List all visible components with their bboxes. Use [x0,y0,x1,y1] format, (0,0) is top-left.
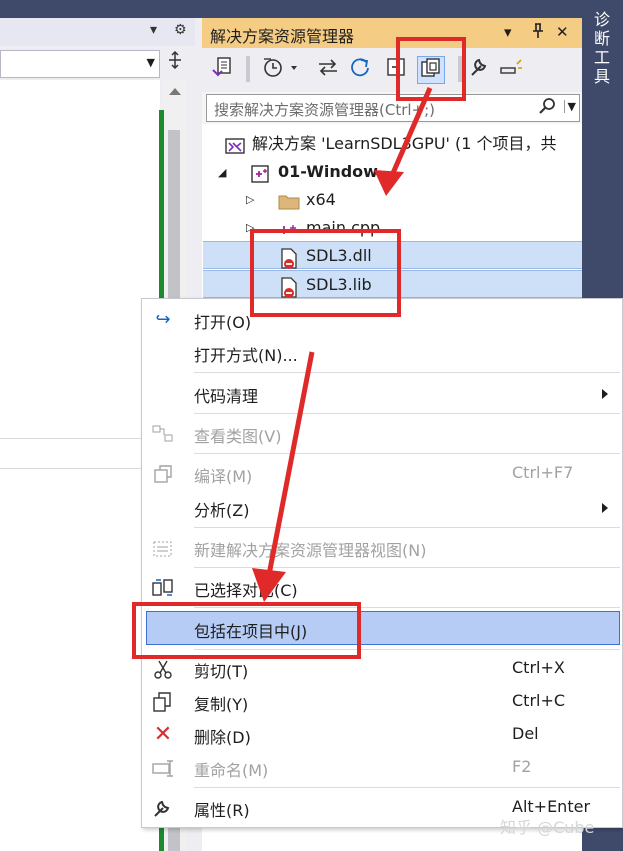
wrench-icon [471,58,487,76]
menu-item-label: 打开方式(N)... [194,346,298,365]
wrench-icon [152,798,174,818]
menu-item-label: 查看类图(V) [194,427,282,446]
menu-item-label: 新建解决方案资源管理器视图(N) [194,541,427,560]
properties-button[interactable] [468,56,490,84]
submenu-arrow-icon [602,389,608,399]
watermark: 知乎 @Cube [500,818,595,837]
class-diagram-icon [152,424,174,444]
split-editor-button[interactable] [163,50,187,78]
solution-explorer-titlebar: 解决方案资源管理器 ▾ ✕ [202,18,582,48]
menu-item-compile: 编译(M) Ctrl+F7 [142,457,622,491]
switch-views-icon [212,57,231,77]
toolbar-separator [246,56,250,82]
navigation-dropdown[interactable]: ▼ [0,50,160,78]
compare-icon [152,578,174,598]
expand-triangle-icon[interactable]: ▷ [246,193,254,206]
side-tab-label: 诊断工具 [594,10,611,86]
tree-item-folder-x64[interactable]: x64 [278,186,582,214]
menu-item-label: 剪切(T) [194,662,249,681]
tree-item-label: 01-Window [278,162,378,181]
menu-separator [194,527,620,528]
menu-item-compare-selected[interactable]: 已选择对比(C) [142,571,622,605]
collapse-triangle-icon[interactable]: ◢ [218,166,226,179]
menu-item-copy[interactable]: 复制(Y) Ctrl+C [142,685,622,719]
folder-icon [278,192,300,210]
menu-item-label: 重命名(M) [194,761,269,780]
annotation-box-show-all-files [396,37,466,101]
search-placeholder: 搜索解决方案资源管理器(Ctrl+;) [214,101,436,119]
menu-separator [194,453,620,454]
context-menu: ↪ 打开(O) 打开方式(N)... 代码清理 查看类图(V) 编译(M) Ct… [141,298,623,828]
menu-item-label: 属性(R) [194,801,250,820]
menu-item-label: 代码清理 [194,387,259,406]
search-icon[interactable] [539,97,557,119]
switch-views-button[interactable] [210,56,236,84]
menu-item-label: 已选择对比(C) [194,581,298,600]
menu-item-rename: 重命名(M) F2 [142,751,622,785]
menu-item-view-class-diagram: 查看类图(V) [142,417,622,451]
divider [0,468,158,469]
gear-icon[interactable]: ⚙ [174,22,187,38]
tree-item-label: 解决方案 'LearnSDL3GPU' (1 个项目，共 [252,134,557,153]
left-pane-titlebar: ▾ ⚙ [0,18,195,46]
project-icon [250,164,272,183]
refresh-icon [351,58,369,77]
menu-separator [194,567,620,568]
new-view-icon [152,538,174,558]
solution-explorer-toolbar [202,48,582,92]
menu-item-analyze[interactable]: 分析(Z) [142,491,622,525]
scissors-icon [152,659,174,679]
menu-item-label: 打开(O) [194,313,252,332]
tree-item-label: x64 [306,190,336,209]
open-arrow-icon: ↪ [155,309,171,330]
compile-icon [152,464,174,484]
menu-item-delete[interactable]: ✕ 删除(D) Del [142,718,622,752]
menu-item-shortcut: F2 [512,757,532,776]
split-icon [169,50,181,70]
code-editor-area[interactable] [0,80,160,435]
window-position-dropdown-icon[interactable]: ▾ [504,23,512,41]
rename-icon [152,758,174,778]
top-frame-strip [0,0,623,18]
divider [0,438,158,439]
menu-item-code-cleanup[interactable]: 代码清理 [142,377,622,411]
pending-changes-filter-button[interactable] [260,56,302,84]
menu-separator [194,372,620,373]
copy-icon [152,692,174,712]
scroll-up-arrow-icon[interactable] [169,88,181,95]
delete-x-icon: ✕ [153,722,173,747]
menu-item-new-solution-explorer-view: 新建解决方案资源管理器视图(N) [142,531,622,565]
chevron-down-icon: ▼ [146,56,155,69]
menu-item-open-with[interactable]: 打开方式(N)... [142,336,622,370]
solution-icon [224,136,246,154]
preview-icon [500,59,522,74]
tree-item-solution[interactable]: 解决方案 'LearnSDL3GPU' (1 个项目，共 [224,130,582,158]
menu-item-shortcut: Ctrl+F7 [512,463,574,482]
solution-explorer-search-input[interactable]: 搜索解决方案资源管理器(Ctrl+;) ▼ [206,94,580,122]
menu-item-label: 分析(Z) [194,501,250,520]
annotation-box-sdl3-files [250,229,401,317]
sync-with-active-document-button[interactable] [316,56,340,84]
menu-separator [194,787,620,788]
panel-title: 解决方案资源管理器 [210,27,355,46]
menu-separator [194,413,620,414]
preview-selected-items-button[interactable] [498,56,524,84]
tree-item-project[interactable]: 01-Window [250,158,582,186]
annotation-box-include-in-project [132,602,361,659]
menu-item-label: 编译(M) [194,467,253,486]
menu-item-shortcut: Ctrl+C [512,691,566,710]
chevron-down-icon[interactable]: ▾ [150,22,157,38]
submenu-arrow-icon [602,503,608,513]
pin-icon[interactable] [532,23,544,43]
refresh-button[interactable] [348,56,372,84]
clock-dropdown-icon [264,58,297,77]
menu-item-label: 复制(Y) [194,695,249,714]
sync-arrows-icon [319,59,337,76]
menu-item-shortcut: Ctrl+X [512,658,565,677]
menu-item-label: 删除(D) [194,728,251,747]
search-options-dropdown-icon[interactable]: ▼ [563,100,576,113]
menu-item-shortcut: Del [512,724,539,743]
close-icon[interactable]: ✕ [556,23,569,41]
